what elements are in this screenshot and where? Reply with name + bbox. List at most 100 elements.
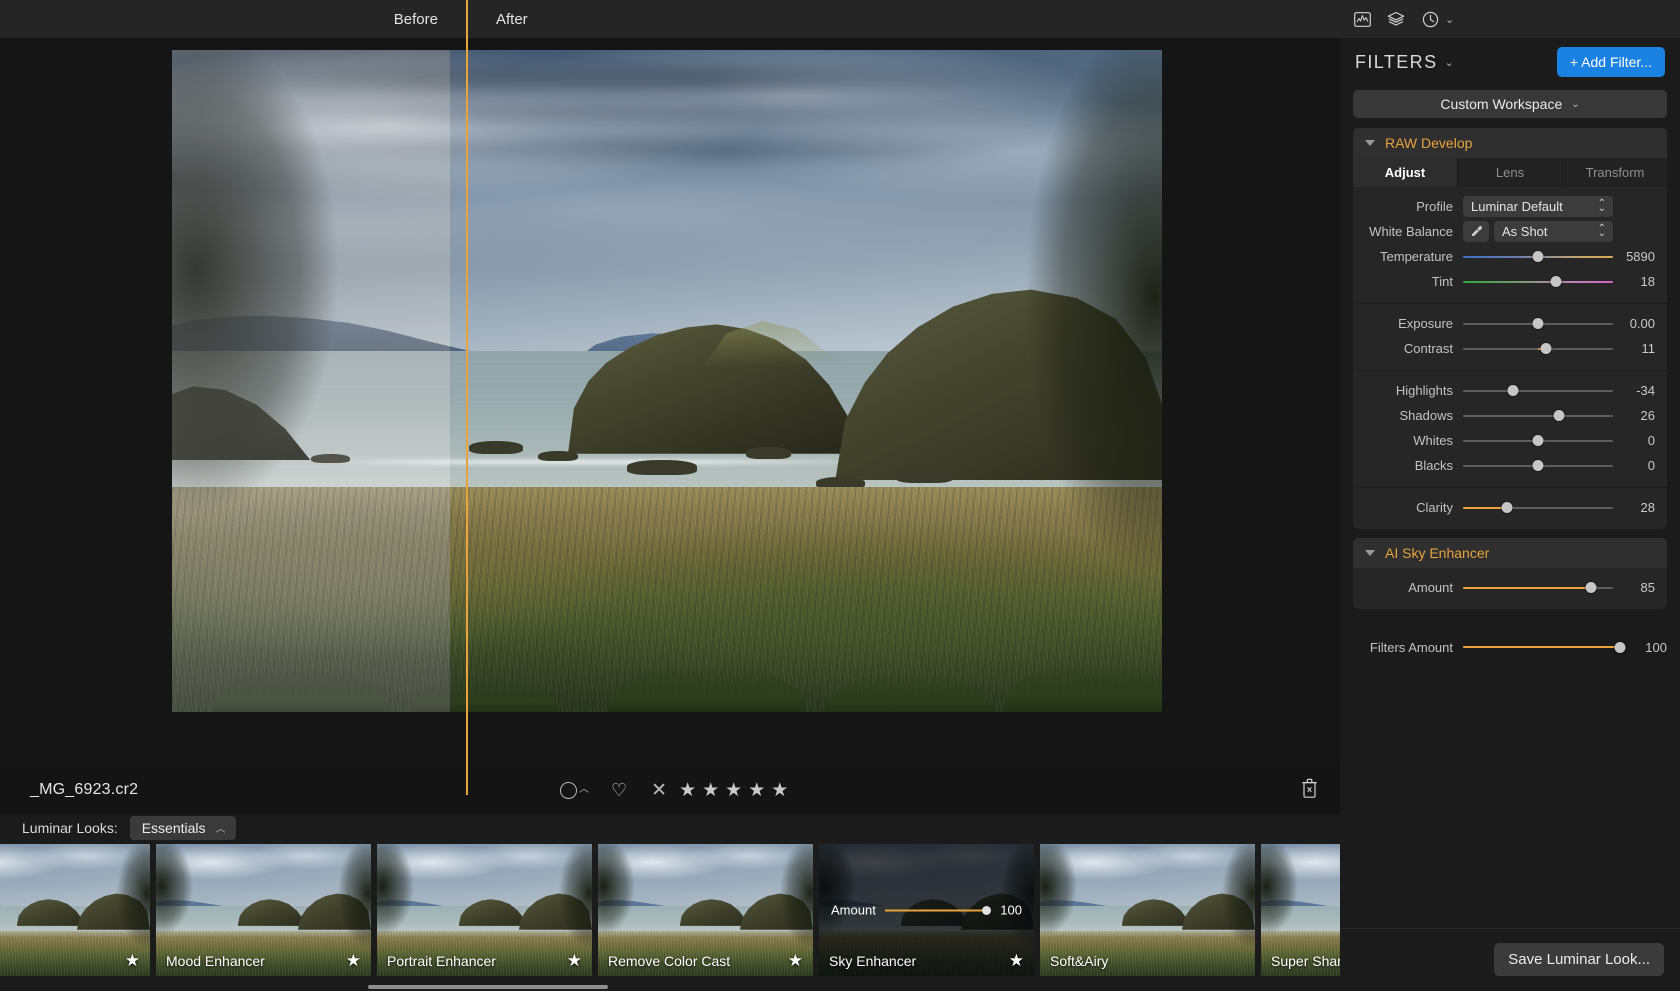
slider-contrast[interactable]	[1463, 341, 1613, 357]
row-contrast: Contrast 11	[1353, 336, 1667, 361]
slider-fill	[1463, 587, 1591, 589]
row-blacks: Blacks 0	[1353, 453, 1667, 478]
before-label: Before	[0, 0, 466, 38]
filter-group-header[interactable]: RAW Develop	[1353, 128, 1667, 158]
panel-footer-divider	[1340, 928, 1680, 929]
star-icon-1[interactable]: ★	[679, 781, 696, 800]
slider-knob	[1585, 582, 1596, 593]
look-card[interactable]: Soft&Airy	[1040, 844, 1255, 976]
stepper-icon: ⌃⌄	[1598, 201, 1606, 213]
slider-shadows[interactable]	[1463, 408, 1613, 424]
star-icon-2[interactable]: ★	[702, 781, 719, 800]
slider-whites[interactable]	[1463, 433, 1613, 449]
slider-knob	[1615, 642, 1626, 653]
star-icon[interactable]: ★	[346, 951, 361, 971]
look-card[interactable]: Portrait Enhancer ★	[377, 844, 592, 976]
layers-icon[interactable]	[1379, 0, 1413, 38]
look-name-label: Super Sharp	[1271, 953, 1340, 969]
control-section: Clarity 28	[1353, 488, 1667, 529]
look-card[interactable]: Remove Color Cast ★	[598, 844, 813, 976]
label-amount: Amount	[1353, 580, 1463, 595]
star-icon-4[interactable]: ★	[748, 781, 765, 800]
star-icon[interactable]: ★	[788, 951, 803, 971]
look-card[interactable]: Amount 100 Sky Enhancer★	[819, 844, 1034, 976]
histogram-icon[interactable]	[1345, 0, 1379, 38]
tab-transform[interactable]: Transform	[1563, 158, 1667, 187]
filter-group-header[interactable]: AI Sky Enhancer	[1353, 538, 1667, 568]
favorite-button[interactable]: ♡	[611, 781, 627, 799]
before-after-split-handle[interactable]	[466, 38, 468, 765]
row-whites: Whites 0	[1353, 428, 1667, 453]
save-luminar-look-button[interactable]: Save Luminar Look...	[1494, 943, 1664, 976]
top-toolbar-right: ⌄	[1340, 0, 1680, 38]
rating-controls: ︿ ♡ ✕ ★ ★ ★ ★ ★	[560, 765, 788, 815]
add-filter-button[interactable]: + Add Filter...	[1557, 47, 1665, 77]
chevron-down-icon[interactable]: ⌄	[1444, 56, 1453, 69]
label-clarity: Clarity	[1353, 500, 1463, 515]
row-temperature: Temperature 5890	[1353, 244, 1667, 269]
select-profile[interactable]: Luminar Default ⌃⌄	[1463, 196, 1613, 217]
look-card[interactable]: Mood Enhancer★	[156, 844, 371, 976]
look-name-label: Portrait Enhancer	[387, 953, 496, 969]
looks-filmstrip[interactable]: ★ Mood Enhancer★ Portrait Enhancer ★ Remo…	[0, 840, 1340, 991]
slider-knob	[1540, 343, 1551, 354]
look-card[interactable]: ★	[0, 844, 150, 976]
label-exposure: Exposure	[1353, 316, 1463, 331]
eyedropper-icon[interactable]	[1463, 221, 1489, 242]
label-shadows: Shadows	[1353, 408, 1463, 423]
workspace-dropdown[interactable]: Custom Workspace ⌄	[1353, 90, 1667, 118]
photo-preview[interactable]	[172, 50, 1162, 712]
star-icon[interactable]: ★	[1009, 951, 1024, 971]
row-amount: Amount 85	[1353, 575, 1667, 600]
slider-clarity[interactable]	[1463, 500, 1613, 516]
slider-fill	[1463, 507, 1507, 509]
look-card[interactable]: Super Sharp	[1261, 844, 1340, 976]
stepper-icon: ⌃⌄	[1598, 226, 1606, 238]
slider-filters-amount[interactable]	[1463, 639, 1625, 655]
label-whites: Whites	[1353, 433, 1463, 448]
slider-knob	[1533, 435, 1544, 446]
look-name-label: Remove Color Cast	[608, 953, 730, 969]
after-label: After	[468, 0, 528, 38]
slider-fill	[1463, 646, 1620, 648]
look-name-label: Soft&Airy	[1050, 953, 1108, 969]
slider-temperature[interactable]	[1463, 249, 1613, 265]
star-icon-5[interactable]: ★	[771, 781, 788, 800]
delete-button[interactable]	[1301, 778, 1318, 803]
color-label-button[interactable]: ︿	[560, 782, 589, 799]
star-icon-3[interactable]: ★	[725, 781, 742, 800]
star-icon[interactable]: ★	[567, 951, 582, 971]
filter-group: RAW Develop AdjustLensTransform Profile …	[1353, 128, 1667, 529]
look-amount-slider[interactable]: Amount 100	[819, 903, 1034, 918]
slider-tint[interactable]	[1463, 274, 1613, 290]
triangle-collapse-icon	[1365, 550, 1375, 556]
slider-knob	[1533, 318, 1544, 329]
filter-group-title: AI Sky Enhancer	[1385, 545, 1489, 561]
star-icon[interactable]: ★	[125, 951, 140, 971]
row-clarity: Clarity 28	[1353, 495, 1667, 520]
value-temperature: 5890	[1613, 249, 1655, 264]
filters-amount-row[interactable]: Filters Amount 100	[1353, 634, 1667, 660]
right-foreground-foliage	[974, 50, 1162, 586]
row-white-balance: White Balance As Shot ⌃⌄	[1353, 219, 1667, 244]
slider-exposure[interactable]	[1463, 316, 1613, 332]
looks-category-value: Essentials	[142, 820, 206, 836]
looks-category-dropdown[interactable]: Essentials ︿	[130, 816, 236, 840]
select-white-balance[interactable]: As Shot ⌃⌄	[1494, 221, 1613, 242]
value-tint: 18	[1613, 274, 1655, 289]
tab-lens[interactable]: Lens	[1458, 158, 1563, 187]
filters-panel-header: FILTERS ⌄ + Add Filter...	[1340, 38, 1680, 86]
value-highlights: -34	[1613, 383, 1655, 398]
history-dropdown-chevron-down-icon[interactable]: ⌄	[1441, 0, 1458, 38]
slider-blacks[interactable]	[1463, 458, 1613, 474]
tab-adjust[interactable]: Adjust	[1353, 158, 1458, 187]
slider-knob	[1554, 410, 1565, 421]
slider-knob	[1551, 276, 1562, 287]
filmstrip-scrollbar[interactable]	[368, 985, 608, 989]
star-rating[interactable]: ★ ★ ★ ★ ★	[679, 781, 788, 800]
reject-button[interactable]: ✕	[651, 781, 667, 800]
slider-highlights[interactable]	[1463, 383, 1613, 399]
slider-amount[interactable]	[1463, 580, 1613, 596]
photo-before	[172, 50, 450, 712]
image-canvas[interactable]	[0, 38, 1340, 765]
